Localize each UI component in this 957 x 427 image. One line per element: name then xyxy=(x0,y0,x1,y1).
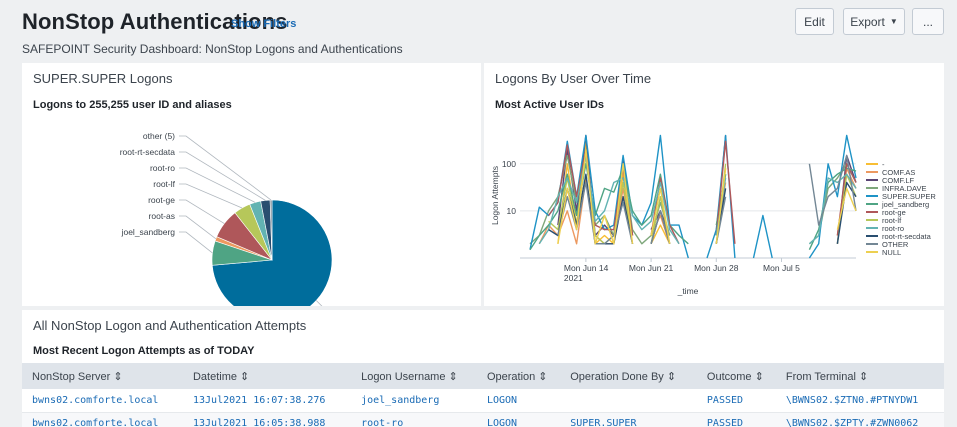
x-tick-label: Mon Jun 21 xyxy=(629,263,674,273)
y-axis-title: Logon Attempts xyxy=(490,166,500,225)
pie-leader-line xyxy=(315,300,323,306)
x-tick-label: 2021 xyxy=(564,273,583,283)
x-tick-label: Mon Jun 14 xyxy=(564,263,609,273)
pie-label-root-lf: root-lf xyxy=(153,179,175,189)
pie-leader-line xyxy=(179,199,225,224)
column-header[interactable]: From Terminal ⇕ xyxy=(775,363,944,389)
legend-label-null: NULL xyxy=(882,248,901,257)
show-filters-link[interactable]: Show Filters xyxy=(231,18,296,30)
table-cell[interactable]: LOGON xyxy=(476,389,561,413)
dashboard-header: NonStop Authentications Show Filters SAF… xyxy=(0,0,957,60)
table-cell[interactable]: 13Jul2021 16:05:38.988 xyxy=(182,412,352,427)
pie-chart[interactable]: SUPER.SUPERjoel_sandbergroot-asroot-gero… xyxy=(22,63,481,306)
edit-label: Edit xyxy=(804,14,825,29)
y-tick-label: 100 xyxy=(502,159,516,169)
table-row[interactable]: bwns02.comforte.local 13Jul2021 16:05:38.… xyxy=(22,412,944,427)
more-actions-button[interactable]: ... xyxy=(912,8,944,35)
table-cell[interactable]: LOGON xyxy=(476,412,561,427)
table-row[interactable]: bwns02.comforte.local 13Jul2021 16:07:38.… xyxy=(22,389,944,413)
pie-leader-line xyxy=(179,183,243,209)
pie-leader-line xyxy=(179,215,217,240)
panel-title: All NonStop Logon and Authentication Att… xyxy=(33,318,307,333)
table-cell[interactable] xyxy=(560,389,697,413)
table-header-row: NonStop Server ⇕ Datetime ⇕ Logon Username… xyxy=(22,363,944,389)
line-chart[interactable]: 10 100Logon Attempts _time Mon Jun 142021 Mo… xyxy=(484,63,944,306)
table-cell[interactable]: PASSED xyxy=(696,412,776,427)
logon-attempts-panel: All NonStop Logon and Authentication Att… xyxy=(22,310,944,427)
export-label: Export xyxy=(850,14,885,29)
pie-label-root-rt-secdata: root-rt-secdata xyxy=(120,147,176,157)
x-tick-label: Mon Jun 28 xyxy=(694,263,739,273)
x-axis-title: _time xyxy=(677,286,699,296)
table-cell[interactable]: PASSED xyxy=(696,389,776,413)
column-header[interactable]: NonStop Server ⇕ xyxy=(22,363,183,389)
x-tick-label: Mon Jul 5 xyxy=(763,263,800,273)
pie-leader-line xyxy=(179,231,213,254)
column-header[interactable]: Operation Done By ⇕ xyxy=(560,363,697,389)
table-cell[interactable]: root-ro xyxy=(351,412,477,427)
panel-subtitle: Most Recent Logon Attempts as of TODAY xyxy=(33,345,255,357)
export-button[interactable]: Export ▼ xyxy=(843,8,905,35)
column-header[interactable]: Logon Username ⇕ xyxy=(351,363,477,389)
pie-label-joel-sandberg: joel_sandberg xyxy=(121,227,176,237)
table-cell[interactable]: bwns02.comforte.local xyxy=(22,412,183,427)
superuser-logons-panel: SUPER.SUPER Logons Logons to 255,255 use… xyxy=(22,63,481,306)
y-tick-label: 10 xyxy=(507,206,517,216)
pie-leader-line xyxy=(179,151,266,201)
caret-down-icon: ▼ xyxy=(889,17,898,26)
table-cell[interactable]: joel_sandberg xyxy=(351,389,477,413)
series-line-other xyxy=(557,154,857,245)
logons-over-time-panel: Logons By User Over Time Most Active Use… xyxy=(484,63,944,306)
pie-leader-line xyxy=(179,135,272,201)
pie-label-root-as: root-as xyxy=(149,211,175,221)
page-description: SAFEPOINT Security Dashboard: NonStop Lo… xyxy=(22,42,403,56)
edit-button[interactable]: Edit xyxy=(795,8,834,35)
pie-label-root-ro: root-ro xyxy=(150,163,175,173)
table-cell[interactable]: SUPER.SUPER xyxy=(560,412,697,427)
column-header[interactable]: Datetime ⇕ xyxy=(182,363,352,389)
table-cell[interactable]: \BWNS02.$ZPTY.#ZWN0062 xyxy=(775,412,944,427)
logon-attempts-table: NonStop Server ⇕ Datetime ⇕ Logon Username… xyxy=(22,363,944,427)
more-actions-label: ... xyxy=(922,14,933,29)
column-header[interactable]: Operation ⇕ xyxy=(476,363,561,389)
pie-label-root-ge: root-ge xyxy=(148,195,175,205)
table-cell[interactable]: 13Jul2021 16:07:38.276 xyxy=(182,389,352,413)
pie-label-other-5: other (5) xyxy=(143,131,175,141)
column-header[interactable]: Outcome ⇕ xyxy=(696,363,776,389)
table-cell[interactable]: \BWNS02.$ZTN0.#PTNYDW1 xyxy=(775,389,944,413)
table-cell[interactable]: bwns02.comforte.local xyxy=(22,389,183,413)
series-line-comf-lf xyxy=(557,134,857,244)
